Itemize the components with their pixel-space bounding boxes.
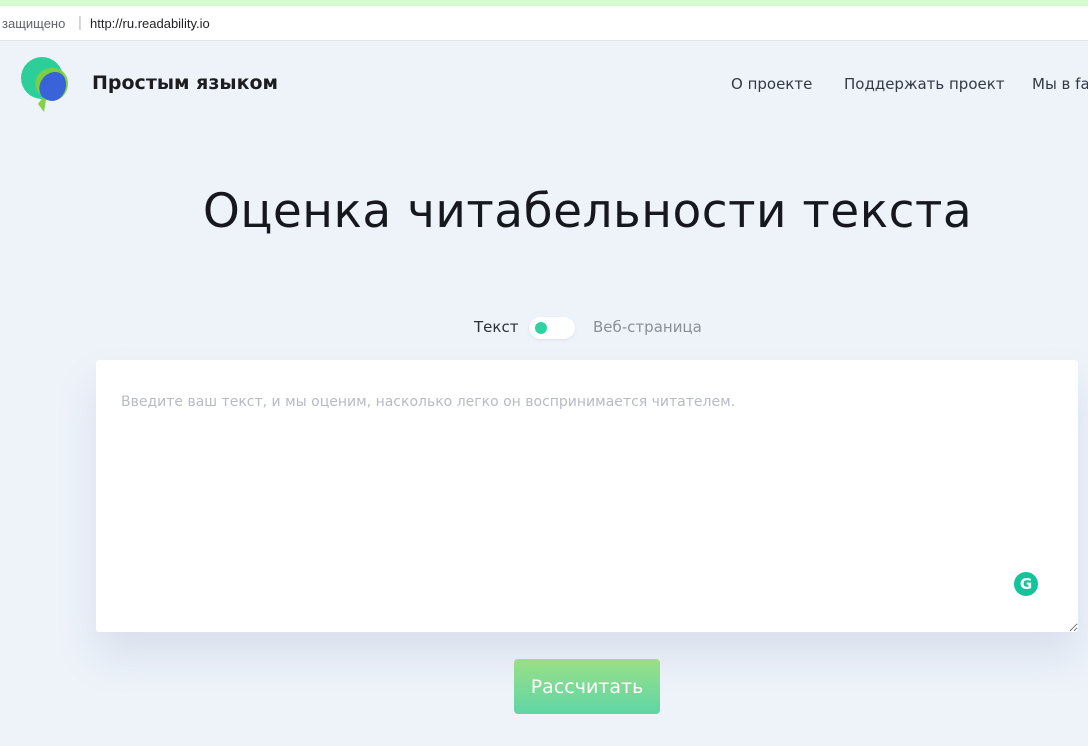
brand-name[interactable]: Простым языком	[92, 72, 278, 94]
nav-link-about[interactable]: О проекте	[731, 75, 812, 93]
mode-switcher: Текст Веб-страница	[0, 317, 1088, 347]
toggle-knob	[535, 322, 547, 334]
text-input-panel: G	[96, 360, 1078, 632]
mode-label-webpage[interactable]: Веб-страница	[593, 318, 702, 336]
nav-link-facebook[interactable]: Мы в fa	[1032, 75, 1088, 93]
text-input[interactable]	[96, 360, 1078, 632]
grammarly-icon[interactable]: G	[1014, 572, 1038, 596]
browser-viewport: защищено | http://ru.readability.io Прос…	[0, 6, 1088, 746]
speech-bubbles-icon[interactable]	[20, 56, 76, 114]
mode-label-text[interactable]: Текст	[474, 318, 518, 336]
page-title: Оценка читабельности текста	[202, 184, 973, 239]
address-bar[interactable]: защищено | http://ru.readability.io	[0, 6, 1088, 41]
site-header: Простым языком О проекте Поддержать прое…	[0, 42, 1088, 122]
security-label[interactable]: защищено	[2, 16, 65, 31]
calculate-button[interactable]: Рассчитать	[514, 659, 660, 714]
address-separator: |	[78, 14, 82, 31]
url-text[interactable]: http://ru.readability.io	[90, 16, 210, 31]
nav-link-support[interactable]: Поддержать проект	[844, 75, 1005, 93]
toggle-switch-icon[interactable]	[529, 317, 575, 339]
